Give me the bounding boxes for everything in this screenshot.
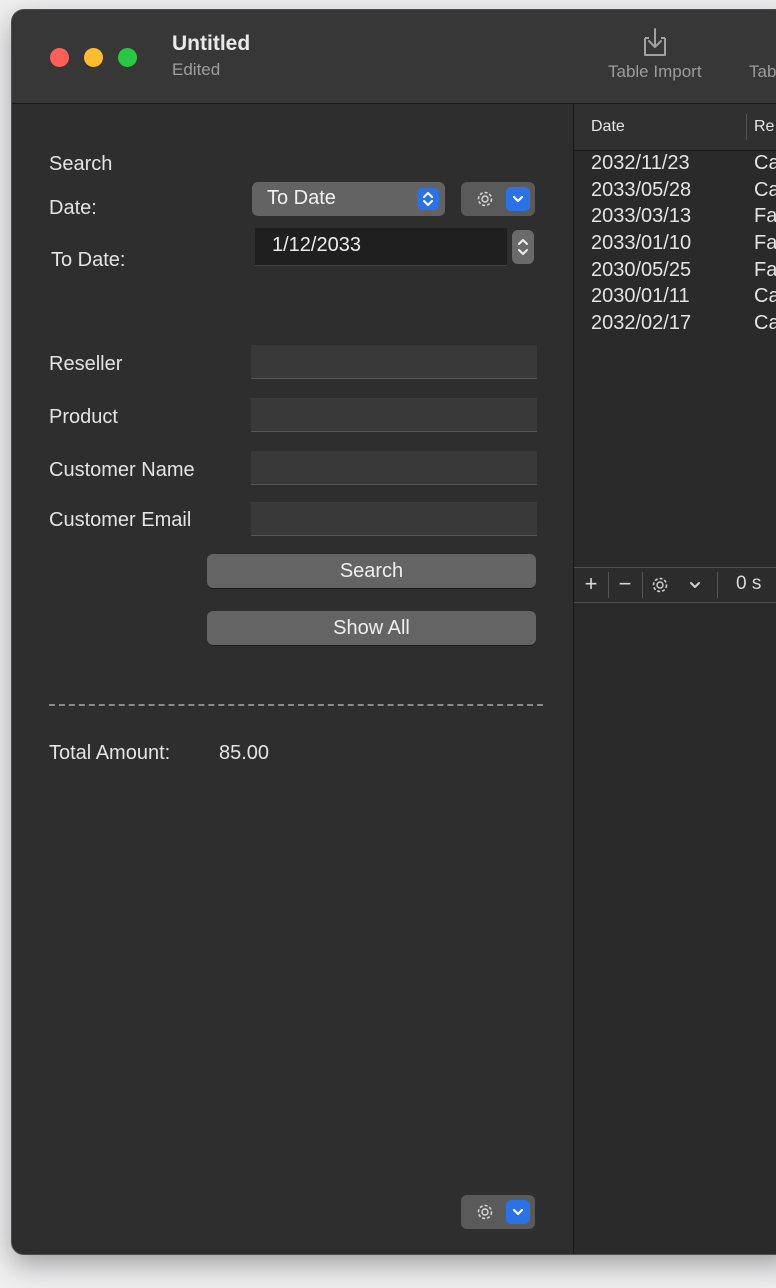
- window-subtitle: Edited: [172, 60, 221, 79]
- gear-icon: [477, 191, 493, 207]
- gear-icon: [652, 577, 668, 593]
- to-date-field[interactable]: 1/12/2033: [255, 228, 507, 266]
- table-row[interactable]: 2033/01/10 Fa: [574, 231, 776, 258]
- reseller-field[interactable]: [251, 345, 537, 379]
- results-table: Date Re 2032/11/23 Ca 2033/05/28 Ca 2033…: [574, 104, 776, 1254]
- gear-icon: [477, 1204, 493, 1220]
- column-separator[interactable]: [746, 114, 747, 140]
- customer-email-field[interactable]: [251, 502, 537, 536]
- customer-name-field[interactable]: [251, 451, 537, 485]
- dashed-divider: [49, 704, 543, 706]
- toolbar-table-import-label: Table Import: [608, 62, 702, 81]
- column-header-reseller[interactable]: Re: [754, 118, 774, 136]
- table-bottom-bar: + − 0 s: [574, 567, 776, 603]
- cell-reseller: Ca: [754, 285, 776, 308]
- cell-reseller: Fa: [754, 232, 776, 255]
- table-row[interactable]: 2032/02/17 Ca: [574, 311, 776, 338]
- remove-row-button[interactable]: −: [610, 568, 640, 602]
- up-down-arrows-icon: [417, 188, 439, 210]
- customer-name-label: Customer Name: [49, 459, 195, 481]
- toolbar-tab-label: Tab: [749, 62, 776, 81]
- bottom-action-button[interactable]: [461, 1195, 535, 1229]
- selection-status: 0 s: [736, 573, 762, 594]
- tray-arrow-down-icon: [643, 28, 666, 56]
- to-date-label: To Date:: [51, 249, 126, 271]
- search-button[interactable]: Search: [207, 554, 536, 588]
- date-label: Date:: [49, 197, 97, 219]
- add-row-button[interactable]: +: [576, 568, 606, 602]
- toolbar-table-import-button[interactable]: Table Import: [608, 26, 702, 82]
- cell-date: 2032/02/17: [591, 312, 692, 335]
- search-heading: Search: [49, 153, 113, 175]
- customer-email-label: Customer Email: [49, 509, 192, 531]
- cell-date: 2030/01/11: [591, 285, 690, 308]
- toolbar-separator: [642, 572, 643, 598]
- table-header: Date Re: [574, 104, 776, 151]
- table-row[interactable]: 2030/01/11 Ca: [574, 284, 776, 311]
- chevron-down-icon: [506, 1200, 530, 1224]
- table-row[interactable]: 2032/11/23 Ca: [574, 151, 776, 178]
- cell-reseller: Fa: [754, 205, 776, 228]
- total-amount-label: Total Amount:: [49, 742, 171, 764]
- cell-date: 2032/11/23: [591, 152, 690, 174]
- cell-date: 2033/05/28: [591, 178, 692, 201]
- cell-date: 2033/01/10: [591, 232, 692, 255]
- total-amount-value: 85.00: [219, 742, 270, 764]
- minimize-button[interactable]: [84, 48, 103, 67]
- cell-reseller: Ca: [754, 312, 776, 335]
- toolbar-separator: [717, 572, 718, 598]
- close-button[interactable]: [50, 48, 69, 67]
- date-mode-popup[interactable]: To Date: [252, 182, 445, 216]
- search-sidebar: Search Date: To Date To Date: 1/12/2033: [12, 104, 573, 1254]
- toolbar-tab-button[interactable]: Tab: [749, 62, 776, 82]
- to-date-stepper[interactable]: [512, 230, 534, 264]
- product-field[interactable]: [251, 398, 537, 432]
- table-action-button[interactable]: [644, 568, 716, 602]
- cell-reseller: Ca: [754, 178, 776, 201]
- stepper-arrows-icon: [518, 239, 528, 255]
- window-title: Untitled: [172, 32, 251, 55]
- reseller-label: Reseller: [49, 353, 123, 375]
- to-date-value: 1/12/2033: [272, 234, 361, 256]
- table-row[interactable]: 2033/03/13 Fa: [574, 204, 776, 231]
- toolbar-separator: [608, 572, 609, 598]
- table-row[interactable]: 2030/05/25 Fa: [574, 258, 776, 285]
- title-bar: Untitled Edited Table Import Tab: [12, 10, 776, 104]
- app-window: Untitled Edited Table Import Tab Search …: [12, 10, 776, 1254]
- cell-date: 2033/03/13: [591, 205, 692, 228]
- product-label: Product: [49, 406, 118, 428]
- date-mode-value: To Date: [267, 187, 336, 209]
- date-action-button[interactable]: [461, 182, 535, 216]
- chevron-down-icon: [506, 187, 530, 211]
- cell-reseller: Fa: [754, 258, 776, 281]
- column-header-date[interactable]: Date: [591, 118, 625, 136]
- zoom-button[interactable]: [118, 48, 137, 67]
- cell-date: 2030/05/25: [591, 258, 692, 281]
- chevron-down-icon: [690, 582, 700, 588]
- table-row[interactable]: 2033/05/28 Ca: [574, 178, 776, 205]
- show-all-button[interactable]: Show All: [207, 611, 536, 645]
- table-rows: 2032/11/23 Ca 2033/05/28 Ca 2033/03/13 F…: [574, 151, 776, 338]
- cell-reseller: Ca: [754, 152, 776, 174]
